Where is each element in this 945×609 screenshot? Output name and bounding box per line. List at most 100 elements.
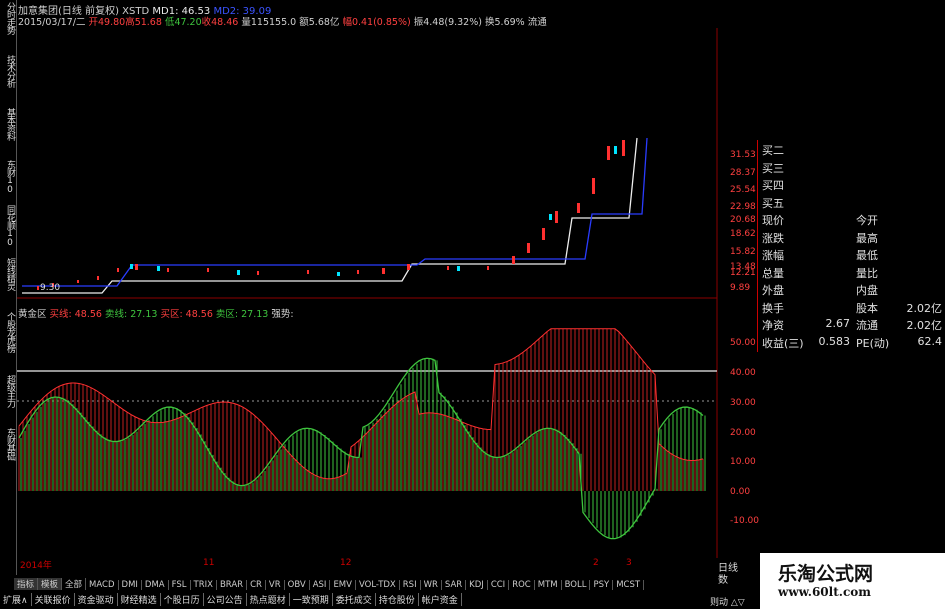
toolbar-tab[interactable]: DMI <box>119 580 142 590</box>
row-label-right: 最高 <box>856 231 878 245</box>
tab-tonghuashun[interactable]: 同花顺10 <box>1 205 15 247</box>
toolbar-tab[interactable]: FSL <box>169 580 191 590</box>
quote-turnover: 换5.69% 流通 <box>485 17 547 28</box>
tab-dongcai10[interactable]: 东财10 <box>1 160 15 194</box>
quote-line: 2015/03/17/二 开49.80高51.68 低47.20收48.46 量… <box>18 14 547 28</box>
row-value-right: 62.4 <box>917 334 943 348</box>
toolbar-tab[interactable]: 全部 <box>62 578 87 590</box>
row-label: 买五 <box>762 196 784 210</box>
toolbar-tab[interactable]: RSI <box>400 580 421 590</box>
brand-url: www.60lt.com <box>778 585 871 599</box>
row-value-right: 2.02亿 <box>906 319 943 332</box>
row-label: 换手 <box>762 301 784 315</box>
toolbar-tab[interactable]: SAR <box>442 580 467 590</box>
row-label-right: 股本 <box>856 301 878 315</box>
row-label: 买三 <box>762 161 784 175</box>
tab-zhuli[interactable]: 超级主力 <box>1 375 15 407</box>
row-label-right: 最低 <box>856 249 878 262</box>
min-price-label: 9.30 <box>40 283 61 293</box>
bottom-tab[interactable]: 公司公告 <box>204 593 247 606</box>
toolbar-tab[interactable]: BOLL <box>562 580 591 590</box>
quote-high: 高51.68 <box>125 17 162 28</box>
toolbar-tab[interactable]: EMV <box>330 580 356 590</box>
left-rail: 分时走势 技术分析 基本资料 东财10 同花顺10 短线精灵 个股龙虎榜 超级主… <box>0 0 17 575</box>
indicator-buy-zone: 买区: 48.56 <box>160 309 213 320</box>
corner-tabs: 日线 数 <box>718 563 738 587</box>
row-label: 外盘 <box>762 284 784 297</box>
candles <box>37 140 625 290</box>
quote-change: 幅0.41(0.85%) <box>342 17 411 28</box>
toolbar-tab[interactable]: DMA <box>142 580 169 590</box>
quote-volume: 量115155.0 <box>241 17 297 28</box>
bottom-toolbar: 扩展∧ 关联报价 资金驱动 财经精选 个股日历 公司公告 热点题材 一致预期 委托成交 持仓股份帐… <box>0 593 500 607</box>
bottom-tab[interactable]: 帐户资金 <box>419 593 462 606</box>
toolbar-tab[interactable]: MTM <box>535 580 562 590</box>
indicator-sell-line: 卖线: 27.13 <box>105 309 158 320</box>
indicator-strength: 强势: <box>271 309 294 320</box>
quote-amount: 额5.68亿 <box>299 17 340 28</box>
down-candles <box>130 146 617 276</box>
row-label-right: 量比 <box>856 266 878 280</box>
bottom-tab[interactable]: 财经精选 <box>118 593 161 606</box>
row-label: 买二 <box>762 144 784 157</box>
bottom-tab[interactable]: 一致预期 <box>290 593 333 606</box>
row-label-right: 今开 <box>856 214 878 227</box>
tab-fenshi[interactable]: 分时走势 <box>1 2 15 34</box>
quote-date: 2015/03/17/二 <box>18 17 86 28</box>
bottom-tab[interactable]: 资金驱动 <box>75 593 118 606</box>
row-label: 净资 <box>762 319 784 332</box>
indicator-buy-line: 买线: 48.56 <box>49 309 102 320</box>
toolbar-tab[interactable]: ASI <box>310 580 331 590</box>
tab-dongcai-jichu[interactable]: 东财基础 <box>1 428 15 460</box>
bottom-tab[interactable]: 个股日历 <box>161 593 204 606</box>
brand-name: 乐淘公式网 <box>778 563 874 585</box>
toolbar-tab[interactable]: KDJ <box>466 580 488 590</box>
tab-longhubang[interactable]: 个股龙虎榜 <box>1 312 15 352</box>
indicator-sell-zone: 卖区: 27.13 <box>215 309 269 320</box>
row-label-right: 流通 <box>856 319 878 332</box>
quote-low: 低47.20 <box>164 17 202 28</box>
row-label: 买四 <box>762 179 784 192</box>
toolbar-tab[interactable]: ROC <box>509 580 535 590</box>
tab-shu[interactable]: 数 <box>718 575 738 587</box>
brand-watermark: 乐淘公式网 www.60lt.com <box>760 553 945 609</box>
indicator-name[interactable]: 黄金区 <box>18 309 47 320</box>
toolbar-tab[interactable]: MACD <box>86 580 119 590</box>
toolbar-tab[interactable]: 模板 <box>38 578 63 590</box>
kline-chart[interactable] <box>17 28 757 558</box>
bottom-tab[interactable]: 关联报价 <box>32 593 75 606</box>
row-value-left: 2.67 <box>825 317 851 330</box>
quote-panel: 买二 买三 买四 买五 现价 今开 涨跌 最高 涨幅 最低 总量 量比 外盘 内盘 换手 股本 2.02亿 净资 2… <box>757 140 945 352</box>
tab-daily[interactable]: 日线 <box>718 563 738 575</box>
toolbar-tab[interactable]: VR <box>266 580 285 590</box>
row-value-left: 0.583 <box>818 334 851 348</box>
toolbar-tab[interactable]: TRIX <box>191 580 217 590</box>
row-label-right: PE(动) <box>856 336 890 350</box>
bottom-tab[interactable]: 热点题材 <box>247 593 290 606</box>
toolbar-tab[interactable]: PSY <box>590 580 614 590</box>
toolbar-tab[interactable]: CR <box>247 580 266 590</box>
indicator-header: 黄金区 买线: 48.56 卖线: 27.13 买区: 48.56 卖区: 27… <box>18 306 294 320</box>
corner-bottom[interactable]: 则动 △▽ <box>710 595 745 608</box>
toolbar-tab[interactable]: VOL-TDX <box>356 580 400 590</box>
bottom-tab[interactable]: 持仓股份 <box>376 593 419 606</box>
row-label: 收益(三) <box>762 336 804 350</box>
toolbar-tab[interactable]: 指标 <box>14 578 39 590</box>
toolbar-tab[interactable]: MCST <box>613 580 645 590</box>
quote-open: 开49.80 <box>88 17 126 28</box>
toolbar-tab[interactable]: CCI <box>488 580 510 590</box>
toolbar-tab[interactable]: BRAR <box>217 580 248 590</box>
tab-jiben[interactable]: 基本资料 <box>1 108 15 140</box>
bottom-tab[interactable]: 扩展∧ <box>0 593 32 606</box>
time-axis: 2014年 11 12 2 3 <box>20 558 632 571</box>
bottom-tab[interactable]: 委托成交 <box>333 593 376 606</box>
row-value-right: 2.02亿 <box>906 301 943 315</box>
row-label: 现价 <box>762 214 784 227</box>
quote-amplitude: 振4.48(9.32%) <box>413 17 482 28</box>
row-label: 涨幅 <box>762 249 784 262</box>
tab-duanxian[interactable]: 短线精灵 <box>1 258 15 290</box>
toolbar-tab[interactable]: OBV <box>285 580 310 590</box>
toolbar-tab[interactable]: WR <box>421 580 442 590</box>
row-label: 总量 <box>762 266 784 280</box>
tab-jishu[interactable]: 技术分析 <box>1 55 15 87</box>
